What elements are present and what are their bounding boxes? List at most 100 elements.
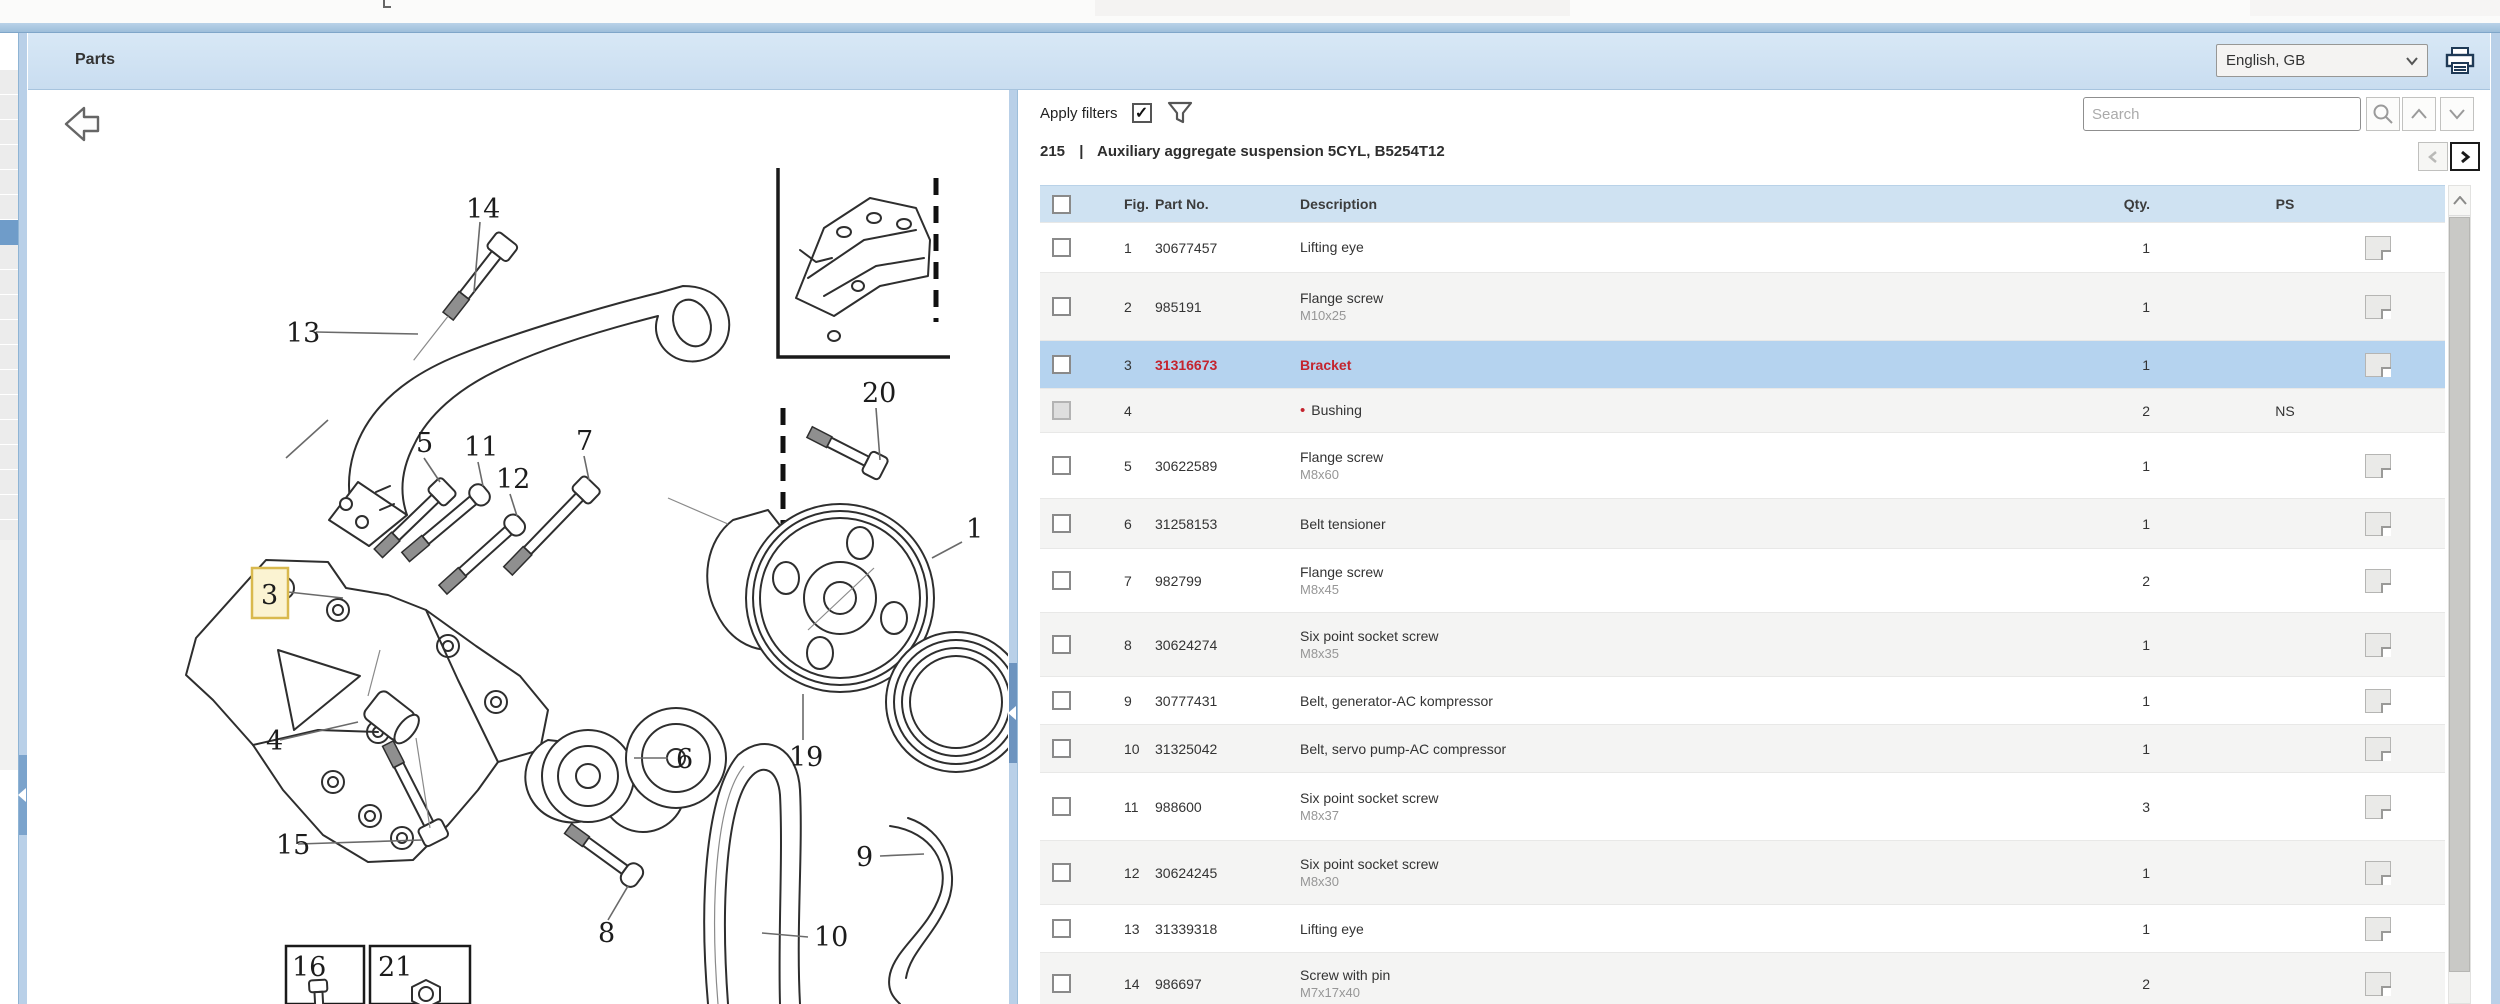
row-checkbox[interactable] (1052, 514, 1071, 533)
qty-cell: 1 (2142, 692, 2150, 709)
diagram-callout-3[interactable]: 3 (261, 580, 278, 611)
diagram-callout-8[interactable]: 8 (598, 918, 615, 949)
note-icon[interactable] (2365, 294, 2391, 319)
description-cell: Belt, servo pump-AC compressor (1300, 741, 2035, 757)
note-icon[interactable] (2365, 688, 2391, 713)
apply-filters-checkbox[interactable]: ✓ (1131, 103, 1152, 123)
chevron-right-icon (2461, 150, 2471, 163)
diagram-callout-21[interactable]: 21 (378, 952, 412, 983)
search-input[interactable] (2083, 97, 2361, 131)
breadcrumb-separator: | (1079, 143, 1084, 160)
description-text: Six point socket screw (1300, 856, 1439, 872)
table-row-8[interactable]: 8 30624274 Six point socket screw M8x35 … (1040, 612, 2445, 676)
part-no-cell: 988600 (1155, 798, 1202, 815)
description-text: Belt, servo pump-AC compressor (1300, 740, 1507, 757)
note-icon[interactable] (2365, 971, 2391, 996)
left-rail-active-item[interactable] (0, 220, 18, 245)
row-checkbox[interactable] (1052, 571, 1071, 590)
diagram-callout-20[interactable]: 20 (862, 378, 896, 409)
back-arrow-icon[interactable] (64, 106, 100, 142)
diagram-callout-4[interactable]: 4 (266, 726, 283, 757)
diagram-callout-16[interactable]: 16 (292, 952, 326, 983)
scrollbar-up-button[interactable] (2449, 186, 2470, 216)
row-checkbox[interactable] (1052, 297, 1071, 316)
left-splitter-handle[interactable] (18, 755, 27, 835)
left-splitter[interactable] (18, 33, 28, 1004)
search-prev-button[interactable] (2402, 97, 2436, 131)
scrollbar-thumb[interactable] (2449, 217, 2470, 972)
table-row-10[interactable]: 10 31325042 Belt, servo pump-AC compress… (1040, 724, 2445, 772)
select-all-checkbox[interactable] (1052, 194, 1071, 214)
row-checkbox[interactable] (1052, 238, 1071, 257)
row-checkbox[interactable] (1052, 863, 1071, 882)
table-row-7[interactable]: 7 982799 Flange screw M8x45 2 (1040, 548, 2445, 612)
note-icon[interactable] (2365, 235, 2391, 260)
search-button[interactable] (2366, 97, 2400, 131)
note-icon[interactable] (2365, 453, 2391, 478)
fig-cell: 1 (1124, 239, 1132, 256)
note-icon[interactable] (2365, 794, 2391, 819)
note-icon[interactable] (2365, 511, 2391, 536)
table-row-14[interactable]: 14 986697 Screw with pin M7x17x40 2 (1040, 952, 2445, 1004)
filter-funnel-icon[interactable] (1166, 99, 1194, 127)
search-next-button[interactable] (2440, 97, 2474, 131)
table-row-1[interactable]: 1 30677457 Lifting eye 1 (1040, 222, 2445, 272)
note-icon[interactable] (2365, 352, 2391, 377)
table-row-6[interactable]: 6 31258153 Belt tensioner 1 (1040, 498, 2445, 548)
prev-page-button[interactable] (2418, 142, 2448, 171)
diagram-callout-10[interactable]: 10 (814, 922, 848, 953)
table-row-2[interactable]: 2 985191 Flange screw M10x25 1 (1040, 272, 2445, 340)
description-text: Belt, generator-AC kompressor (1300, 692, 1493, 709)
table-scrollbar[interactable] (2448, 185, 2471, 1004)
description-cell: Six point socket screw M8x30 (1300, 856, 2035, 889)
description-cell: Flange screw M8x60 (1300, 449, 2035, 482)
panel-splitter-handle[interactable] (1008, 663, 1017, 763)
diagram-callout-13[interactable]: 13 (286, 318, 320, 349)
table-row-3-selected[interactable]: 3 31316673 Bracket 1 (1040, 340, 2445, 388)
row-checkbox[interactable] (1052, 355, 1071, 374)
next-page-button[interactable] (2450, 142, 2480, 171)
fig-cell: 7 (1124, 572, 1132, 589)
table-row-13[interactable]: 13 31339318 Lifting eye 1 (1040, 904, 2445, 952)
row-checkbox[interactable] (1052, 739, 1071, 758)
row-checkbox[interactable] (1052, 635, 1071, 654)
panel-splitter[interactable] (1008, 90, 1018, 1004)
diagram-callout-1[interactable]: 1 (966, 514, 983, 545)
diagram-callout-6[interactable]: 6 (676, 744, 693, 775)
parts-table: Fig. Part No. Description Qty. PS 1 3067… (1040, 185, 2445, 1004)
row-checkbox[interactable] (1052, 691, 1071, 710)
table-row-5[interactable]: 5 30622589 Flange screw M8x60 1 (1040, 432, 2445, 498)
diagram-callout-19[interactable]: 19 (789, 742, 823, 773)
diagram-callout-12[interactable]: 12 (496, 464, 530, 495)
table-row-9[interactable]: 9 30777431 Belt, generator-AC kompressor… (1040, 676, 2445, 724)
description-cell: Lifting eye (1300, 921, 2035, 937)
table-row-11[interactable]: 11 988600 Six point socket screw M8x37 3 (1040, 772, 2445, 840)
note-icon[interactable] (2365, 860, 2391, 885)
fig-cell: 9 (1124, 692, 1132, 709)
diagram-callout-7[interactable]: 7 (576, 426, 593, 457)
table-row-4[interactable]: 4 • Bushing 2 NS (1040, 388, 2445, 432)
diagram-callout-14[interactable]: 14 (466, 194, 500, 225)
note-icon[interactable] (2365, 916, 2391, 941)
table-row-12[interactable]: 12 30624245 Six point socket screw M8x30… (1040, 840, 2445, 904)
language-select[interactable]: English, GB (2216, 44, 2428, 77)
note-icon[interactable] (2365, 568, 2391, 593)
description-sub: M8x37 (1300, 808, 1340, 823)
print-button[interactable] (2444, 45, 2476, 77)
diagram-callout-9[interactable]: 9 (856, 842, 873, 873)
diagram-callout-11[interactable]: 11 (464, 432, 498, 463)
note-icon[interactable] (2365, 736, 2391, 761)
row-checkbox[interactable] (1052, 974, 1071, 993)
diagram-callout-5[interactable]: 5 (416, 428, 433, 459)
row-checkbox[interactable] (1052, 456, 1071, 475)
row-checkbox[interactable] (1052, 919, 1071, 938)
note-icon[interactable] (2365, 632, 2391, 657)
row-checkbox[interactable] (1052, 797, 1071, 816)
qty-cell: 1 (2142, 740, 2150, 757)
left-rail[interactable] (0, 70, 18, 540)
qty-cell: 1 (2142, 864, 2150, 881)
parts-diagram[interactable]: 14 13 5 11 12 7 20 1 3 4 15 6 19 8 9 10 … (28, 90, 1008, 1004)
qty-cell: 1 (2142, 457, 2150, 474)
diagram-callout-15[interactable]: 15 (276, 830, 310, 861)
description-sub: M10x25 (1300, 308, 1347, 323)
